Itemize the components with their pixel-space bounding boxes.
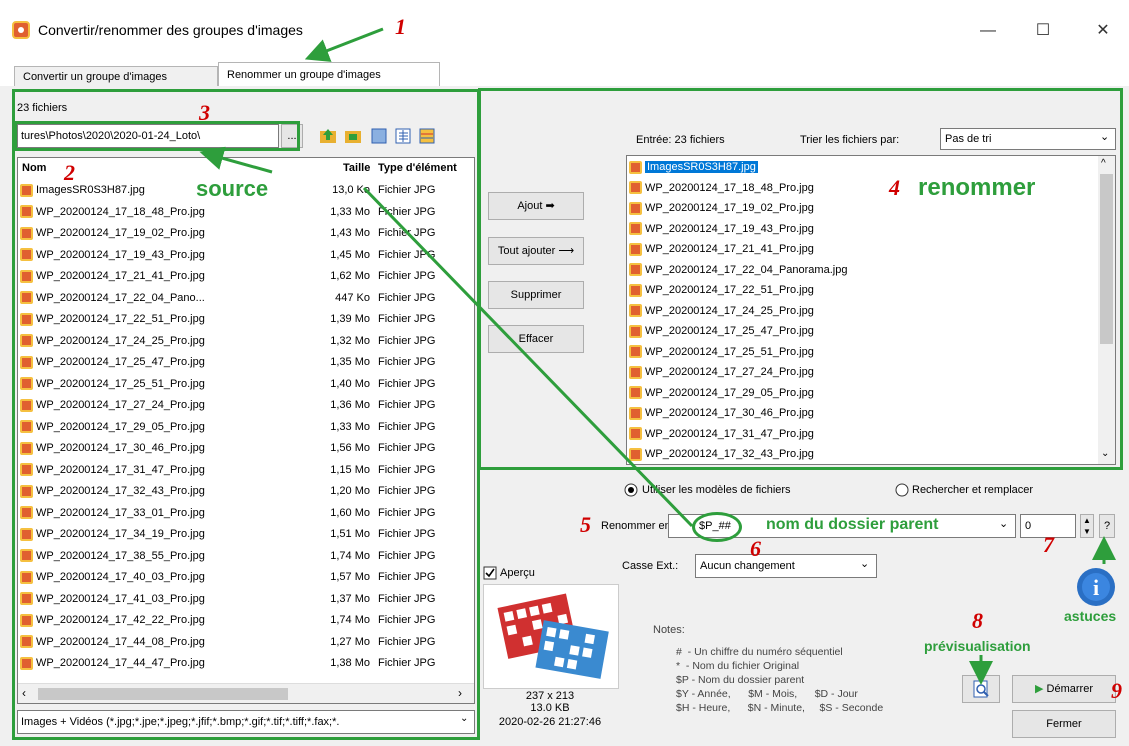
annotation-7: 7 [1043,532,1054,557]
annotation-preview-label: prévisualisation [924,638,1031,654]
annotation-source-label: source [196,176,269,201]
annotation-9: 9 [1111,678,1122,703]
annotation-6: 6 [750,536,761,561]
annotation-parent-label: nom du dossier parent [766,516,939,533]
annotation-arrows [199,27,1116,685]
annotation-astuces-label: astuces [1064,608,1117,624]
annotation-4: 4 [889,175,900,200]
annotation-3: 3 [199,100,210,125]
annotation-rename-label: renommer [918,174,1036,201]
annotation-8: 8 [972,608,983,633]
annotation-1: 1 [395,14,406,39]
annotation-2: 2 [64,160,75,185]
annotation-5: 5 [580,512,591,537]
